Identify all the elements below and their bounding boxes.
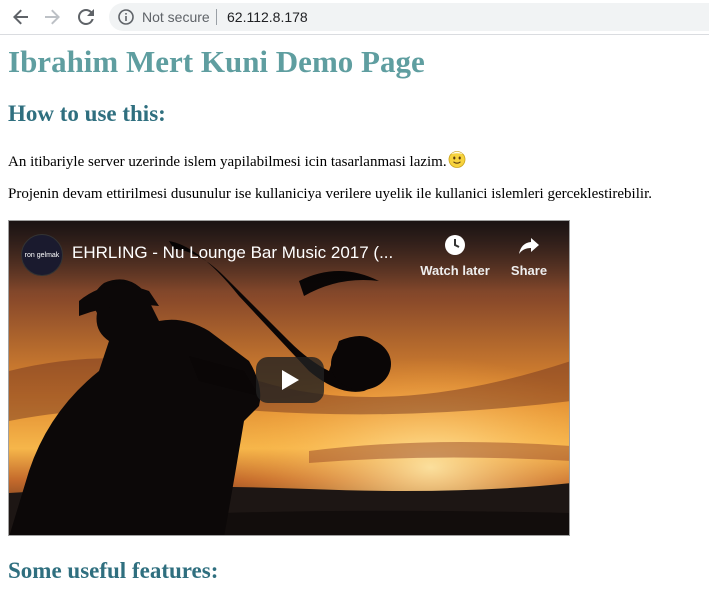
section-heading-how-to-use: How to use this:	[8, 101, 166, 126]
arrow-right-icon	[45, 9, 60, 25]
url-text[interactable]: 62.112.8.178	[227, 9, 308, 25]
section-heading-features: Some useful features:	[8, 558, 219, 583]
embedded-video-player[interactable]: ron gelmak EHRLING - Nu Lounge Bar Music…	[8, 220, 570, 536]
paragraph-2: Projenin devam ettirilmesi dusunulur ise…	[8, 186, 652, 202]
share-icon	[519, 238, 539, 254]
paragraph-1: An itibariyle server uzerinde islem yapi…	[8, 150, 466, 171]
security-status[interactable]: Not secure	[142, 9, 210, 25]
arrow-left-icon	[13, 9, 28, 25]
channel-avatar[interactable]: ron gelmak	[21, 234, 63, 276]
page-title: Ibrahim Mert Kuni Demo Page	[8, 44, 425, 79]
address-bar[interactable]: Not secure 62.112.8.178	[109, 3, 709, 31]
forward-button[interactable]	[42, 7, 62, 27]
browser-toolbar: Not secure 62.112.8.178	[0, 0, 709, 35]
watch-later-label: Watch later	[420, 263, 490, 278]
play-button[interactable]	[256, 357, 324, 403]
share-label: Share	[510, 263, 548, 278]
back-button[interactable]	[11, 7, 31, 27]
play-icon	[282, 370, 299, 390]
video-title[interactable]: EHRLING - Nu Lounge Bar Music 2017 (...	[72, 243, 402, 263]
share-button[interactable]: Share	[489, 233, 569, 278]
watch-later-button[interactable]: Watch later	[415, 233, 495, 278]
reload-icon	[78, 9, 94, 25]
clock-icon	[445, 235, 465, 255]
smiling-face-icon	[448, 151, 466, 168]
omnibox-divider	[216, 9, 217, 25]
paragraph-1-text: An itibariyle server uzerinde islem yapi…	[8, 154, 447, 170]
info-icon[interactable]	[118, 9, 134, 25]
reload-button[interactable]	[76, 7, 96, 27]
